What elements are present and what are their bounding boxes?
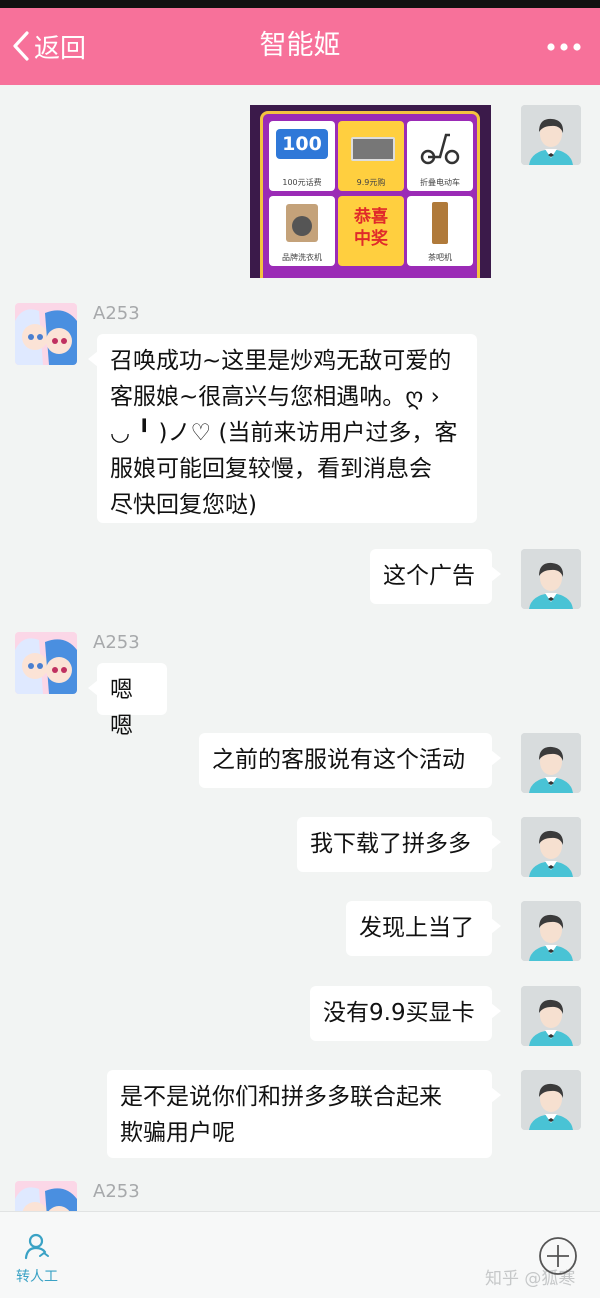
more-dots-icon — [547, 43, 581, 51]
user-avatar[interactable] — [521, 817, 581, 877]
promo-tile-label: 9.9元购 — [356, 178, 386, 187]
bottom-toolbar: 转人工 知乎 @狐寒 — [0, 1211, 600, 1298]
add-button[interactable] — [538, 1236, 578, 1276]
user-avatar[interactable] — [521, 1070, 581, 1130]
message-line: 客服娘~很高兴与您相遇呐。ღ › — [110, 384, 440, 410]
user-avatar-icon — [521, 549, 581, 609]
promo-tile: 100 100元话费 — [269, 121, 335, 191]
promo-tile: 品牌洗衣机 — [269, 196, 335, 266]
message-bubble: 我下载了拼多多 — [297, 817, 501, 872]
app-header: 返回 智能姬 — [0, 8, 600, 85]
tea-machine-image — [432, 202, 448, 244]
user-avatar-icon — [521, 817, 581, 877]
message-bubble: 没有9.9买显卡 — [310, 986, 501, 1041]
bot-avatar-icon — [15, 632, 77, 694]
promo-tile: 折叠电动车 — [407, 121, 473, 191]
user-avatar[interactable] — [521, 986, 581, 1046]
message-bubble: 之前的客服说有这个活动 — [199, 733, 501, 788]
sender-name: A253 — [93, 632, 140, 653]
bot-avatar[interactable] — [15, 303, 77, 365]
message-bubble: 这个广告 — [370, 549, 501, 604]
promo-badge: 100 — [276, 129, 328, 159]
message-line: 服娘可能回复较慢，看到消息会 — [110, 456, 432, 482]
user-avatar[interactable] — [521, 733, 581, 793]
person-icon — [24, 1233, 49, 1260]
promo-image-message[interactable]: 100 100元话费 9.9元购 折叠电动车 品牌洗衣机 恭喜中奖 茶吧机 — [250, 105, 491, 278]
promo-prize-tile: 恭喜中奖 — [338, 196, 404, 266]
page-title: 智能姬 — [259, 30, 341, 61]
user-avatar-icon — [521, 105, 581, 165]
message-line: 是不是说你们和拼多多联合起来 — [120, 1084, 442, 1110]
user-avatar-icon — [521, 986, 581, 1046]
transfer-label: 转人工 — [16, 1269, 58, 1285]
promo-tile-label: 品牌洗衣机 — [282, 253, 322, 262]
bot-avatar-icon — [15, 303, 77, 365]
message-line: 欺骗用户呢 — [120, 1120, 235, 1146]
promo-tile-label: 茶吧机 — [428, 253, 452, 262]
user-avatar[interactable] — [521, 901, 581, 961]
status-bar — [0, 0, 600, 8]
promo-tile: 茶吧机 — [407, 196, 473, 266]
prize-text: 恭喜中奖 — [354, 207, 388, 249]
message-line: 召唤成功~这里是炒鸡无敌可爱的 — [110, 348, 452, 374]
user-avatar-icon — [521, 1070, 581, 1130]
promo-tile-label: 100元话费 — [282, 178, 322, 187]
message-bubble: 召唤成功~这里是炒鸡无敌可爱的 客服娘~很高兴与您相遇呐。ღ › ◡ ╹ )ノ♡… — [88, 334, 477, 523]
message-bubble: 嗯嗯 — [88, 663, 167, 739]
user-avatar-icon — [521, 733, 581, 793]
transfer-to-human-button[interactable]: 转人工 — [12, 1232, 62, 1286]
user-avatar-icon — [521, 901, 581, 961]
promo-tile: 9.9元购 — [338, 121, 404, 191]
scooter-icon — [420, 133, 460, 165]
sender-name: A253 — [93, 303, 140, 324]
user-avatar[interactable] — [521, 549, 581, 609]
user-avatar[interactable] — [521, 105, 581, 165]
message-line: 尽快回复您哒) — [110, 492, 257, 518]
washing-machine-image — [286, 204, 318, 242]
more-button[interactable] — [546, 32, 582, 66]
message-bubble: 发现上当了 — [346, 901, 501, 956]
promo-tile-label: 折叠电动车 — [420, 178, 460, 187]
bot-avatar[interactable] — [15, 632, 77, 694]
graphics-card-image — [351, 137, 395, 161]
message-line: ◡ ╹ )ノ♡ (当前来访用户过多，客 — [110, 420, 458, 446]
message-bubble: 是不是说你们和拼多多联合起来 欺骗用户呢 — [107, 1070, 501, 1158]
sender-name: A253 — [93, 1181, 140, 1202]
plus-circle-icon — [539, 1237, 577, 1275]
